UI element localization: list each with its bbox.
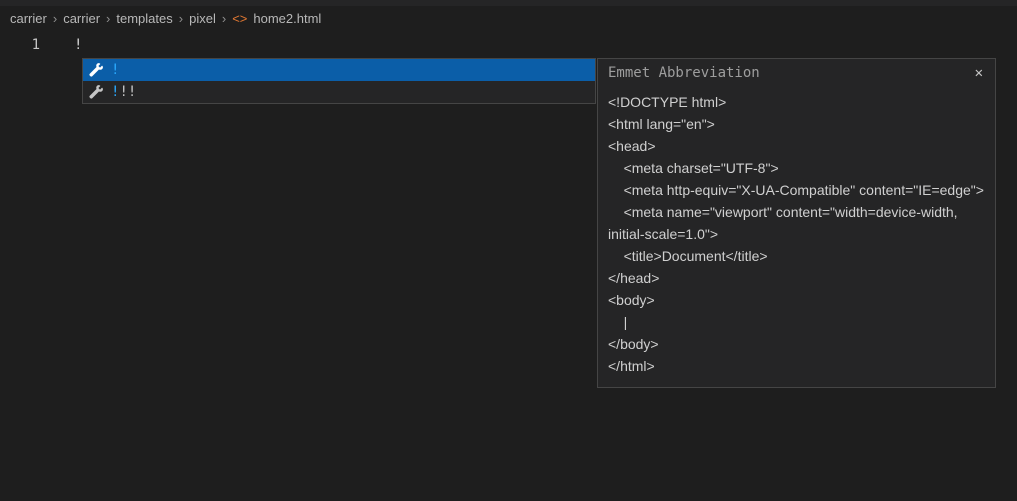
gutter: 1 — [0, 30, 58, 56]
close-icon[interactable]: ✕ — [973, 65, 985, 81]
breadcrumb-item[interactable]: templates — [116, 11, 172, 26]
line-number: 1 — [0, 34, 40, 56]
code-line[interactable]: ! — [74, 34, 82, 56]
chevron-right-icon: › — [106, 11, 110, 26]
editor-area[interactable]: 1 ! ! !!! Emmet Abbreviation ✕ <!DOCTYPE… — [0, 30, 1017, 501]
wrench-icon — [87, 85, 105, 99]
suggest-label: ! — [111, 62, 119, 78]
documentation-body: <!DOCTYPE html> <html lang="en"> <head> … — [598, 87, 995, 387]
breadcrumb-item[interactable]: carrier — [63, 11, 100, 26]
suggest-widget[interactable]: ! !!! — [82, 58, 596, 104]
wrench-icon — [87, 63, 105, 77]
breadcrumb-item[interactable]: carrier — [10, 11, 47, 26]
suggest-label: !!! — [111, 84, 136, 100]
breadcrumb-filename[interactable]: home2.html — [253, 11, 321, 26]
documentation-title: Emmet Abbreviation — [608, 65, 760, 81]
breadcrumb[interactable]: carrier › carrier › templates › pixel › … — [0, 6, 1017, 30]
documentation-header: Emmet Abbreviation ✕ — [598, 59, 995, 87]
chevron-right-icon: › — [53, 11, 57, 26]
suggest-item[interactable]: ! — [83, 59, 595, 81]
suggest-item[interactable]: !!! — [83, 81, 595, 103]
documentation-widget: Emmet Abbreviation ✕ <!DOCTYPE html> <ht… — [597, 58, 996, 388]
breadcrumb-item[interactable]: pixel — [189, 11, 216, 26]
chevron-right-icon: › — [179, 11, 183, 26]
chevron-right-icon: › — [222, 11, 226, 26]
html-file-icon: <> — [232, 11, 247, 26]
